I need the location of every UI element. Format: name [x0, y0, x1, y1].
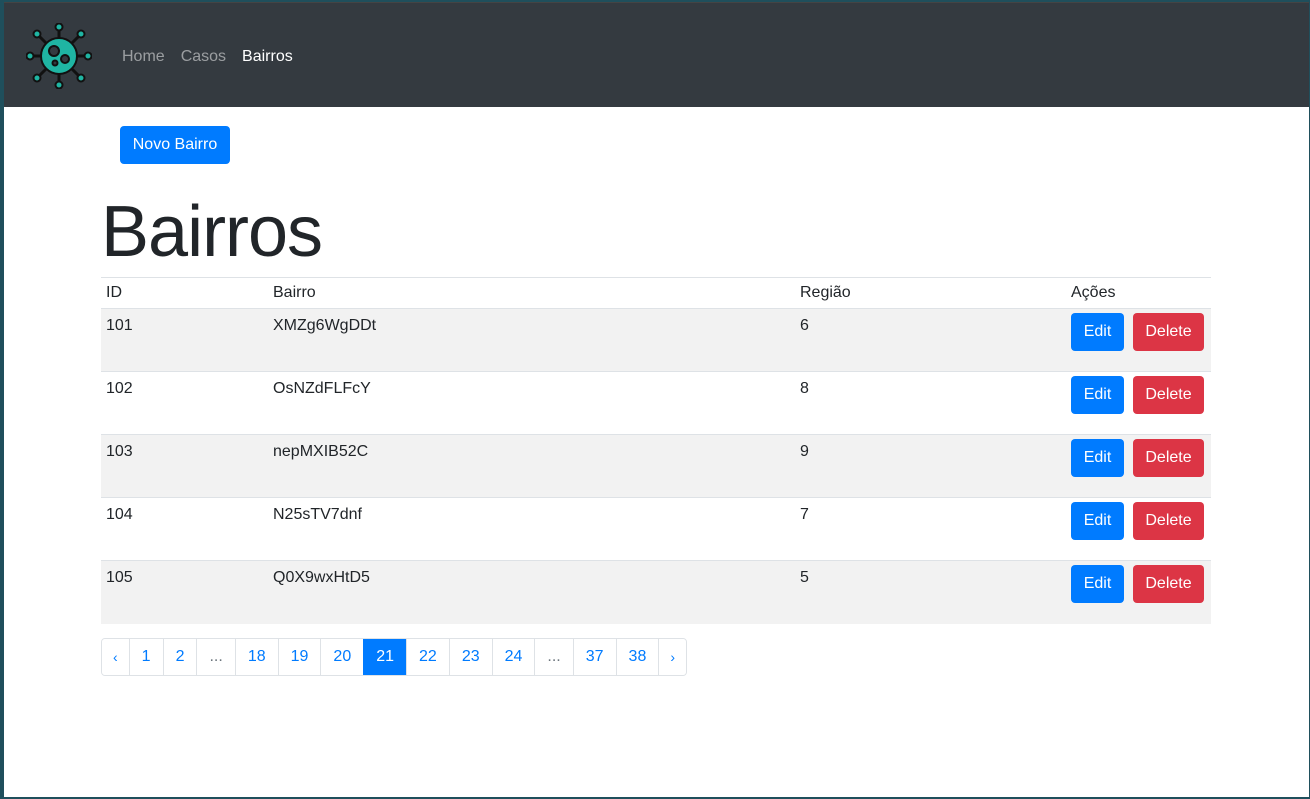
cell-bairro: OsNZdFLFcY [268, 371, 795, 435]
nav-link-casos[interactable]: Casos [181, 47, 226, 67]
pagination-ellipsis: ... [196, 639, 235, 675]
pagination-page-18[interactable]: 18 [234, 639, 278, 675]
cell-actions: Edit Delete [1066, 371, 1211, 435]
pagination-page-38[interactable]: 38 [615, 639, 659, 675]
table-body: 101 XMZg6WgDDt 6 Edit Delete 102 OsNZdFLFcY 8 Ed… [101, 308, 1211, 624]
cell-regiao: 7 [795, 497, 1066, 561]
pagination-page-23[interactable]: 23 [448, 639, 492, 675]
cell-regiao: 9 [795, 434, 1066, 498]
edit-button[interactable]: Edit [1071, 376, 1124, 414]
cell-bairro: nepMXIB52C [268, 434, 795, 498]
cell-id: 105 [101, 560, 268, 624]
cell-regiao: 8 [795, 371, 1066, 435]
pagination-page-1[interactable]: 1 [128, 639, 163, 675]
pagination-page-2[interactable]: 2 [162, 639, 197, 675]
cell-id: 104 [101, 497, 268, 561]
delete-button[interactable]: Delete [1133, 313, 1204, 351]
nav-links: Home Casos Bairros [122, 47, 309, 67]
cell-regiao: 6 [795, 308, 1066, 372]
cell-actions: Edit Delete [1066, 308, 1211, 372]
cell-bairro: N25sTV7dnf [268, 497, 795, 561]
cell-id: 103 [101, 434, 268, 498]
table-header-row: ID Bairro Região Ações [101, 277, 1211, 309]
pagination-page-24[interactable]: 24 [491, 639, 535, 675]
table-row: 103 nepMXIB52C 9 Edit Delete [101, 434, 1211, 498]
pagination-page-20[interactable]: 20 [320, 639, 364, 675]
edit-button[interactable]: Edit [1071, 502, 1124, 540]
edit-button[interactable]: Edit [1071, 565, 1124, 603]
cell-actions: Edit Delete [1066, 560, 1211, 624]
table-row: 105 Q0X9wxHtD5 5 Edit Delete [101, 560, 1211, 624]
novo-bairro-button[interactable]: Novo Bairro [120, 126, 230, 164]
pagination-page-22[interactable]: 22 [406, 639, 449, 675]
pagination-page-37[interactable]: 37 [572, 639, 616, 675]
table-row: 102 OsNZdFLFcY 8 Edit Delete [101, 371, 1211, 435]
cell-id: 102 [101, 371, 268, 435]
delete-button[interactable]: Delete [1133, 439, 1204, 477]
pagination-prev-button[interactable]: ‹ [102, 639, 129, 675]
bairros-table: ID Bairro Região Ações 101 XMZg6WgDDt 6 Edi… [101, 277, 1211, 624]
delete-button[interactable]: Delete [1133, 502, 1204, 540]
edit-button[interactable]: Edit [1071, 439, 1124, 477]
browser-window: Home Casos Bairros Novo Bairro Bairros I… [4, 2, 1309, 797]
delete-button[interactable]: Delete [1133, 565, 1204, 603]
cell-regiao: 5 [795, 560, 1066, 624]
page-title: Bairros [101, 192, 323, 272]
pagination-page-current[interactable]: 21 [363, 639, 407, 675]
edit-button[interactable]: Edit [1071, 313, 1124, 351]
header-bairro: Bairro [268, 277, 795, 309]
header-acoes: Ações [1066, 277, 1211, 309]
cell-bairro: Q0X9wxHtD5 [268, 560, 795, 624]
cell-actions: Edit Delete [1066, 434, 1211, 498]
pagination: ‹ 1 2... 18 19 20 21 22 23 24... 37 38 › [101, 638, 688, 676]
cell-actions: Edit Delete [1066, 497, 1211, 561]
table-row: 104 N25sTV7dnf 7 Edit Delete [101, 497, 1211, 561]
virus-icon[interactable] [25, 22, 93, 90]
pagination-ellipsis: ... [534, 639, 573, 675]
nav-link-bairros[interactable]: Bairros [242, 47, 293, 67]
table-row: 101 XMZg6WgDDt 6 Edit Delete [101, 308, 1211, 372]
cell-bairro: XMZg6WgDDt [268, 308, 795, 372]
pagination-next-button[interactable]: › [658, 639, 687, 675]
navbar: Home Casos Bairros [4, 3, 1309, 107]
header-regiao: Região [795, 277, 1066, 309]
header-id: ID [101, 277, 268, 309]
delete-button[interactable]: Delete [1133, 376, 1204, 414]
pagination-page-19[interactable]: 19 [277, 639, 321, 675]
cell-id: 101 [101, 308, 268, 372]
nav-link-home[interactable]: Home [122, 47, 165, 67]
